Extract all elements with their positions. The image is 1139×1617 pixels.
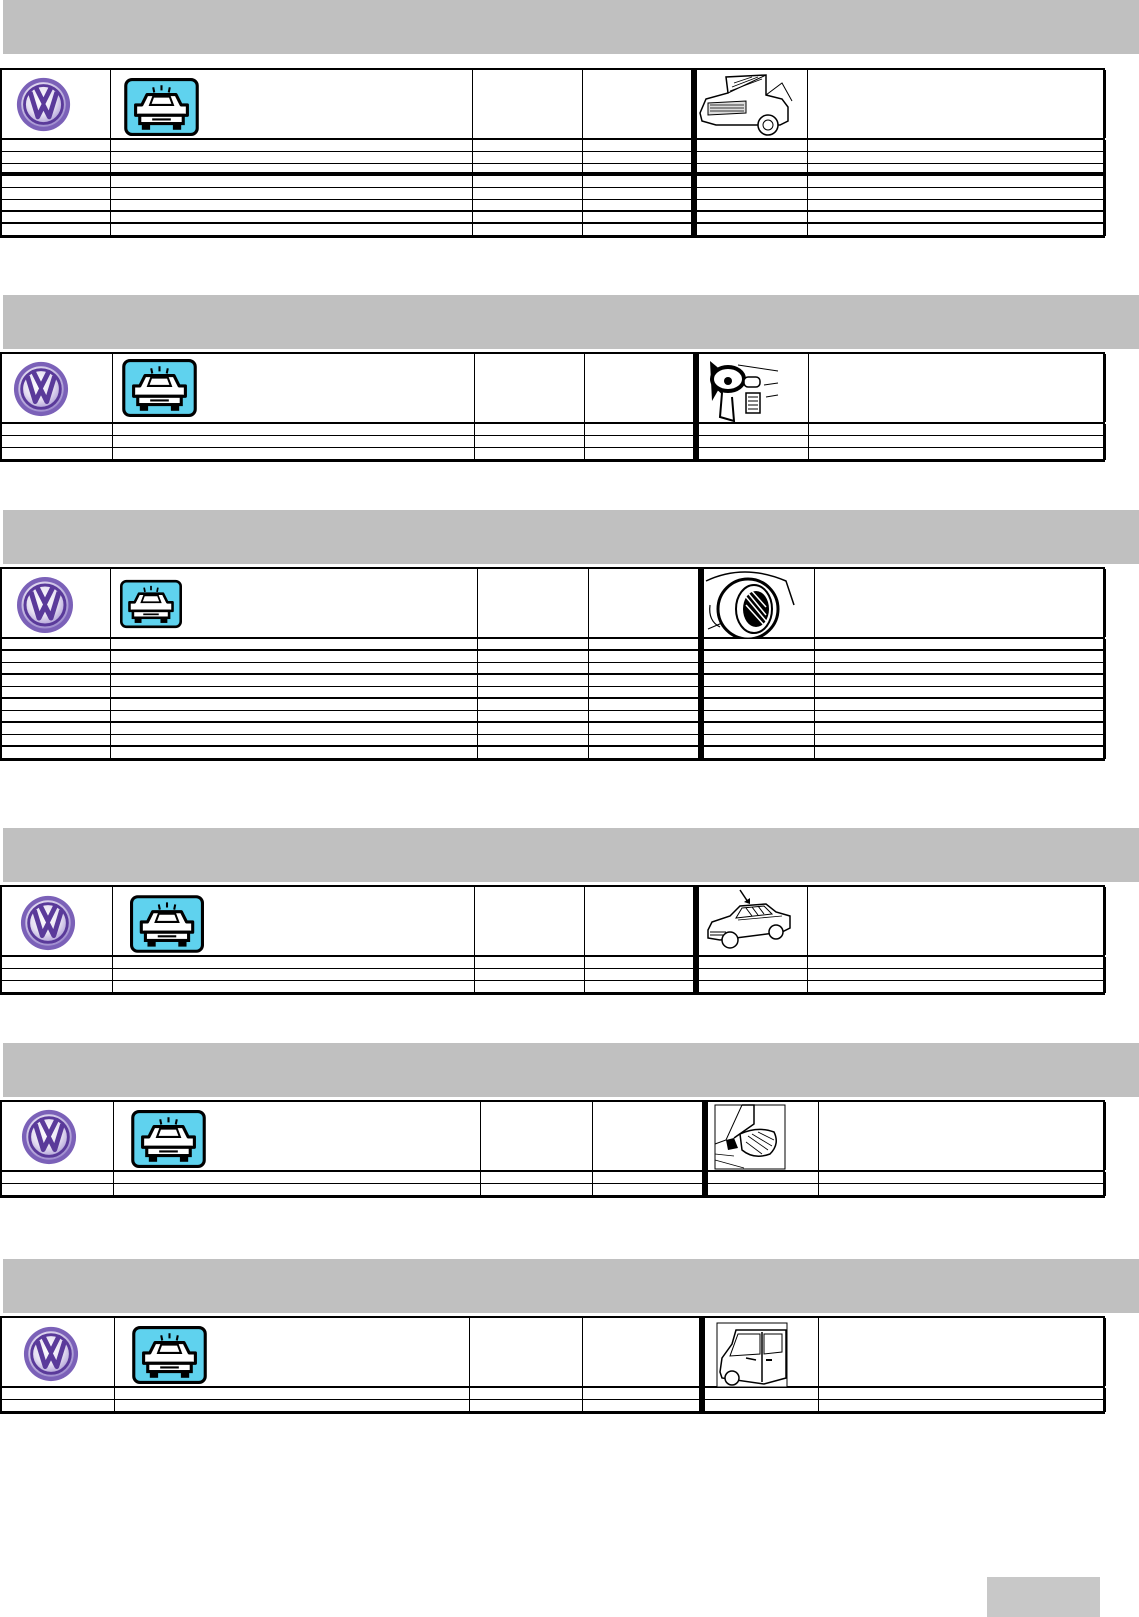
vw-logo-icon bbox=[15, 575, 75, 635]
section-2-banner bbox=[3, 295, 1139, 349]
table-row bbox=[2, 1388, 1103, 1400]
car-wash-icon bbox=[130, 895, 204, 953]
table-row bbox=[2, 675, 1103, 687]
table-row bbox=[2, 152, 1103, 164]
table-row bbox=[2, 639, 1103, 651]
table-row bbox=[2, 176, 1103, 188]
table-row bbox=[2, 448, 1103, 460]
table-body bbox=[0, 1172, 1106, 1198]
table-row bbox=[2, 699, 1103, 711]
table-body bbox=[0, 639, 1106, 761]
table-row bbox=[2, 200, 1103, 212]
open-hood-car-icon bbox=[699, 74, 793, 136]
car-roof-arrow-icon bbox=[707, 889, 791, 949]
vw-logo-icon bbox=[15, 76, 72, 133]
table-row bbox=[2, 140, 1103, 152]
table-row bbox=[2, 424, 1103, 436]
table-row bbox=[2, 164, 1103, 176]
section-4-table bbox=[0, 885, 1106, 995]
table-header bbox=[0, 1316, 1106, 1388]
section-3-banner bbox=[3, 510, 1139, 564]
table-header bbox=[0, 352, 1106, 424]
table-header bbox=[0, 68, 1106, 140]
table-row bbox=[2, 224, 1103, 236]
car-wash-icon bbox=[122, 359, 197, 417]
table-row bbox=[2, 735, 1103, 747]
section-1-table bbox=[0, 68, 1106, 238]
section-4-banner bbox=[3, 828, 1139, 882]
table-row bbox=[2, 1184, 1103, 1196]
table-row bbox=[2, 957, 1103, 969]
car-wash-icon bbox=[131, 1110, 206, 1168]
car-wash-icon bbox=[120, 579, 182, 629]
vw-logo-icon bbox=[22, 1325, 80, 1383]
dashboard-steering-wheel-icon bbox=[710, 361, 779, 423]
section-2-table bbox=[0, 352, 1106, 462]
section-1-banner bbox=[3, 0, 1139, 54]
car-door-icon bbox=[716, 1322, 788, 1388]
table-row bbox=[2, 436, 1103, 448]
table-header bbox=[0, 1100, 1106, 1172]
table-row bbox=[2, 711, 1103, 723]
table-row bbox=[2, 1400, 1103, 1412]
table-body bbox=[0, 1388, 1106, 1414]
page-number-tab bbox=[987, 1577, 1100, 1617]
table-body bbox=[0, 957, 1106, 995]
section-6-banner bbox=[3, 1259, 1139, 1313]
vw-logo-icon bbox=[20, 1108, 78, 1166]
table-row bbox=[2, 969, 1103, 981]
table-body bbox=[0, 424, 1106, 462]
table-row bbox=[2, 687, 1103, 699]
table-header bbox=[0, 567, 1106, 639]
section-6-table bbox=[0, 1316, 1106, 1414]
vw-logo-icon bbox=[19, 894, 77, 952]
section-5-table bbox=[0, 1100, 1106, 1198]
table-body bbox=[0, 140, 1106, 238]
table-row bbox=[2, 188, 1103, 200]
table-row bbox=[2, 747, 1103, 759]
table-row bbox=[2, 981, 1103, 993]
table-row bbox=[2, 1172, 1103, 1184]
vw-logo-icon bbox=[12, 360, 70, 418]
table-row bbox=[2, 723, 1103, 735]
car-wash-icon bbox=[124, 78, 199, 136]
table-row bbox=[2, 651, 1103, 663]
car-wash-icon bbox=[132, 1326, 207, 1384]
section-5-banner bbox=[3, 1043, 1139, 1097]
section-3-table bbox=[0, 567, 1106, 761]
table-header bbox=[0, 885, 1106, 957]
side-mirror-icon bbox=[714, 1104, 786, 1170]
wheel-rim-icon bbox=[705, 571, 795, 639]
table-row bbox=[2, 663, 1103, 675]
table-row bbox=[2, 212, 1103, 224]
